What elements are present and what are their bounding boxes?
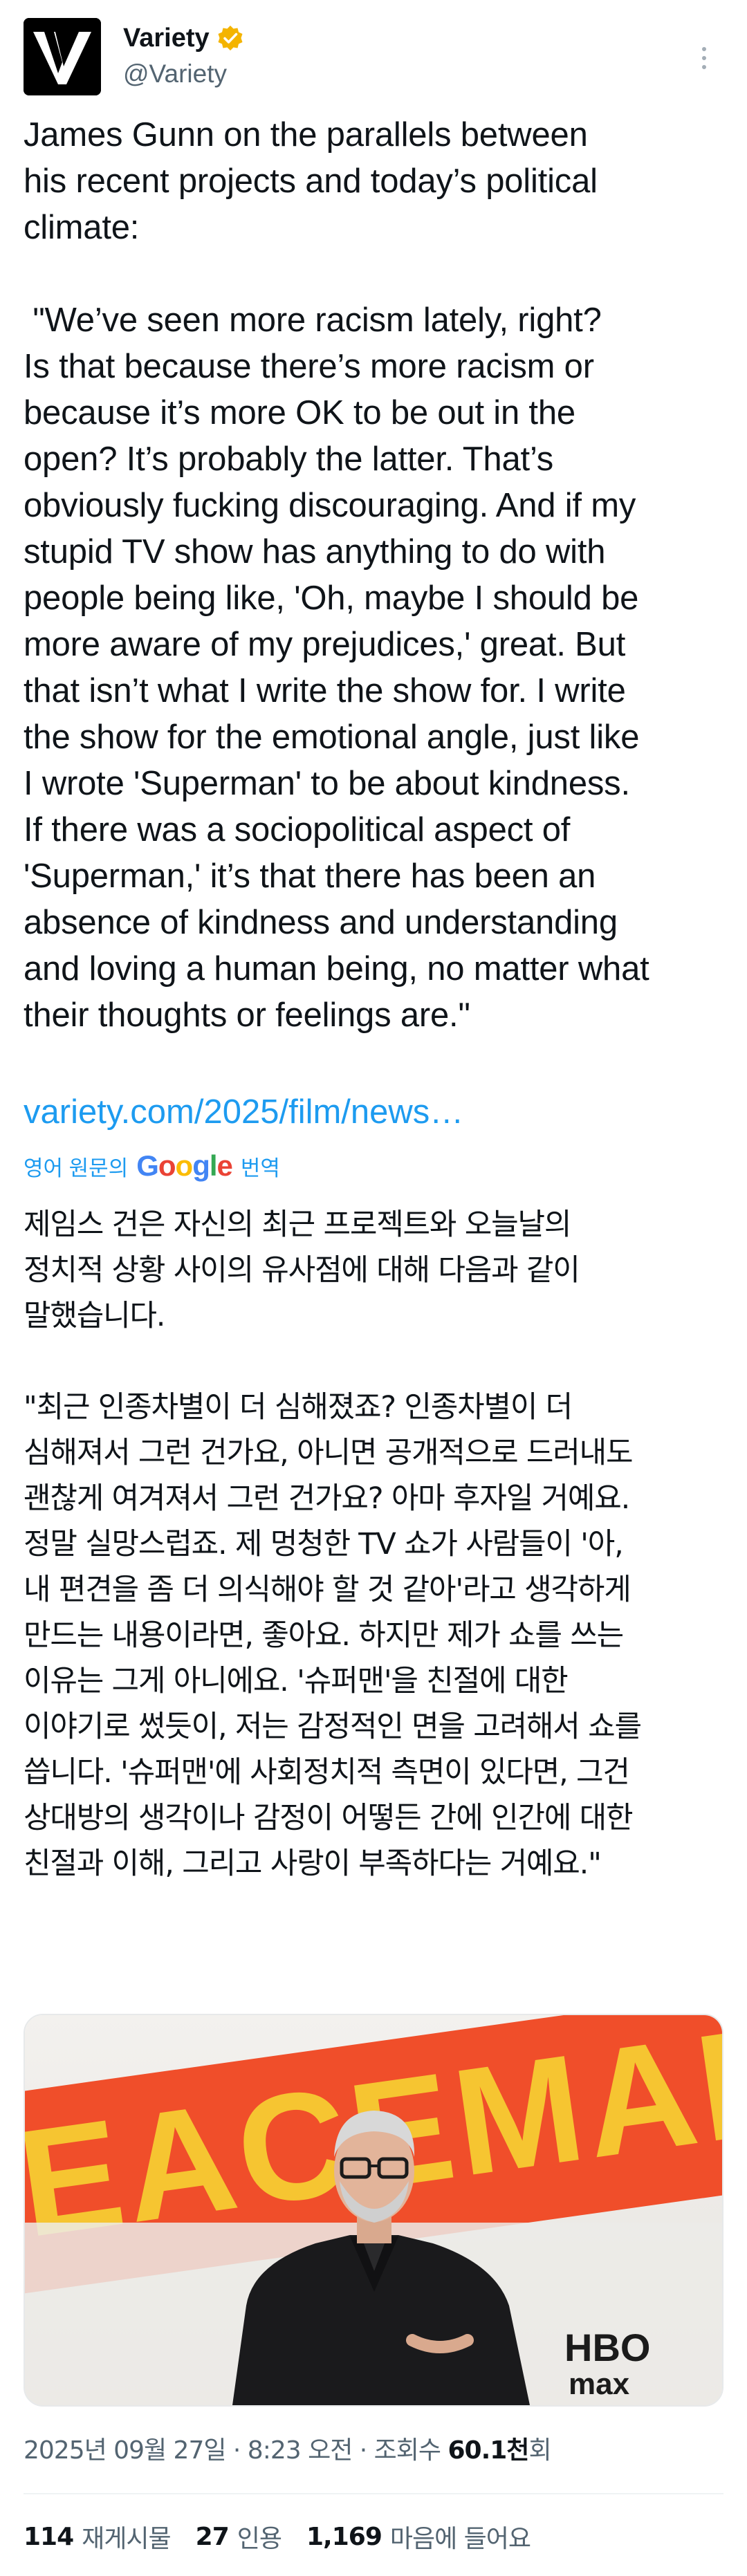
post-photo[interactable]: EACEMAKE HBO max — [24, 2014, 723, 2407]
handle[interactable]: @Variety — [123, 58, 227, 90]
post-timestamp[interactable]: 2025년 09월 27일 · 8:23 오전 · 조회수 60.1천회 — [24, 2433, 552, 2469]
translation-prefix: 영어 원문의 — [24, 1156, 129, 1180]
quotes-stat[interactable]: 27 인용 — [196, 2519, 282, 2555]
likes-stat[interactable]: 1,169 마음에 들어요 — [306, 2519, 531, 2555]
translated-text: 제임스 건은 자신의 최근 프로젝트와 오늘날의 정치적 상황 사이의 유사점에… — [24, 1207, 642, 1881]
display-name[interactable]: Variety — [123, 21, 210, 55]
more-options-icon[interactable] — [690, 39, 718, 77]
name-row[interactable]: Variety — [123, 21, 244, 55]
translation-suffix: 번역 — [240, 1156, 280, 1180]
post-text: James Gunn on the parallels between his … — [24, 116, 649, 1034]
reposts-stat[interactable]: 114 재게시물 — [24, 2519, 172, 2555]
svg-text:max: max — [569, 2367, 630, 2401]
verified-badge-icon — [218, 26, 243, 50]
engagement-stats: 114 재게시물 27 인용 1,169 마음에 들어요 — [24, 2517, 555, 2556]
translation-attribution[interactable]: 영어 원문의 Google 번역 — [24, 1149, 280, 1183]
view-count: 60.1천 — [448, 2436, 529, 2465]
post-header: Variety @Variety — [24, 18, 723, 98]
divider — [24, 2493, 723, 2494]
article-link[interactable]: variety.com/2025/film/news… — [24, 1089, 463, 1136]
svg-text:HBO: HBO — [564, 2326, 650, 2369]
google-logo: Google — [136, 1149, 233, 1182]
avatar[interactable] — [24, 18, 101, 95]
